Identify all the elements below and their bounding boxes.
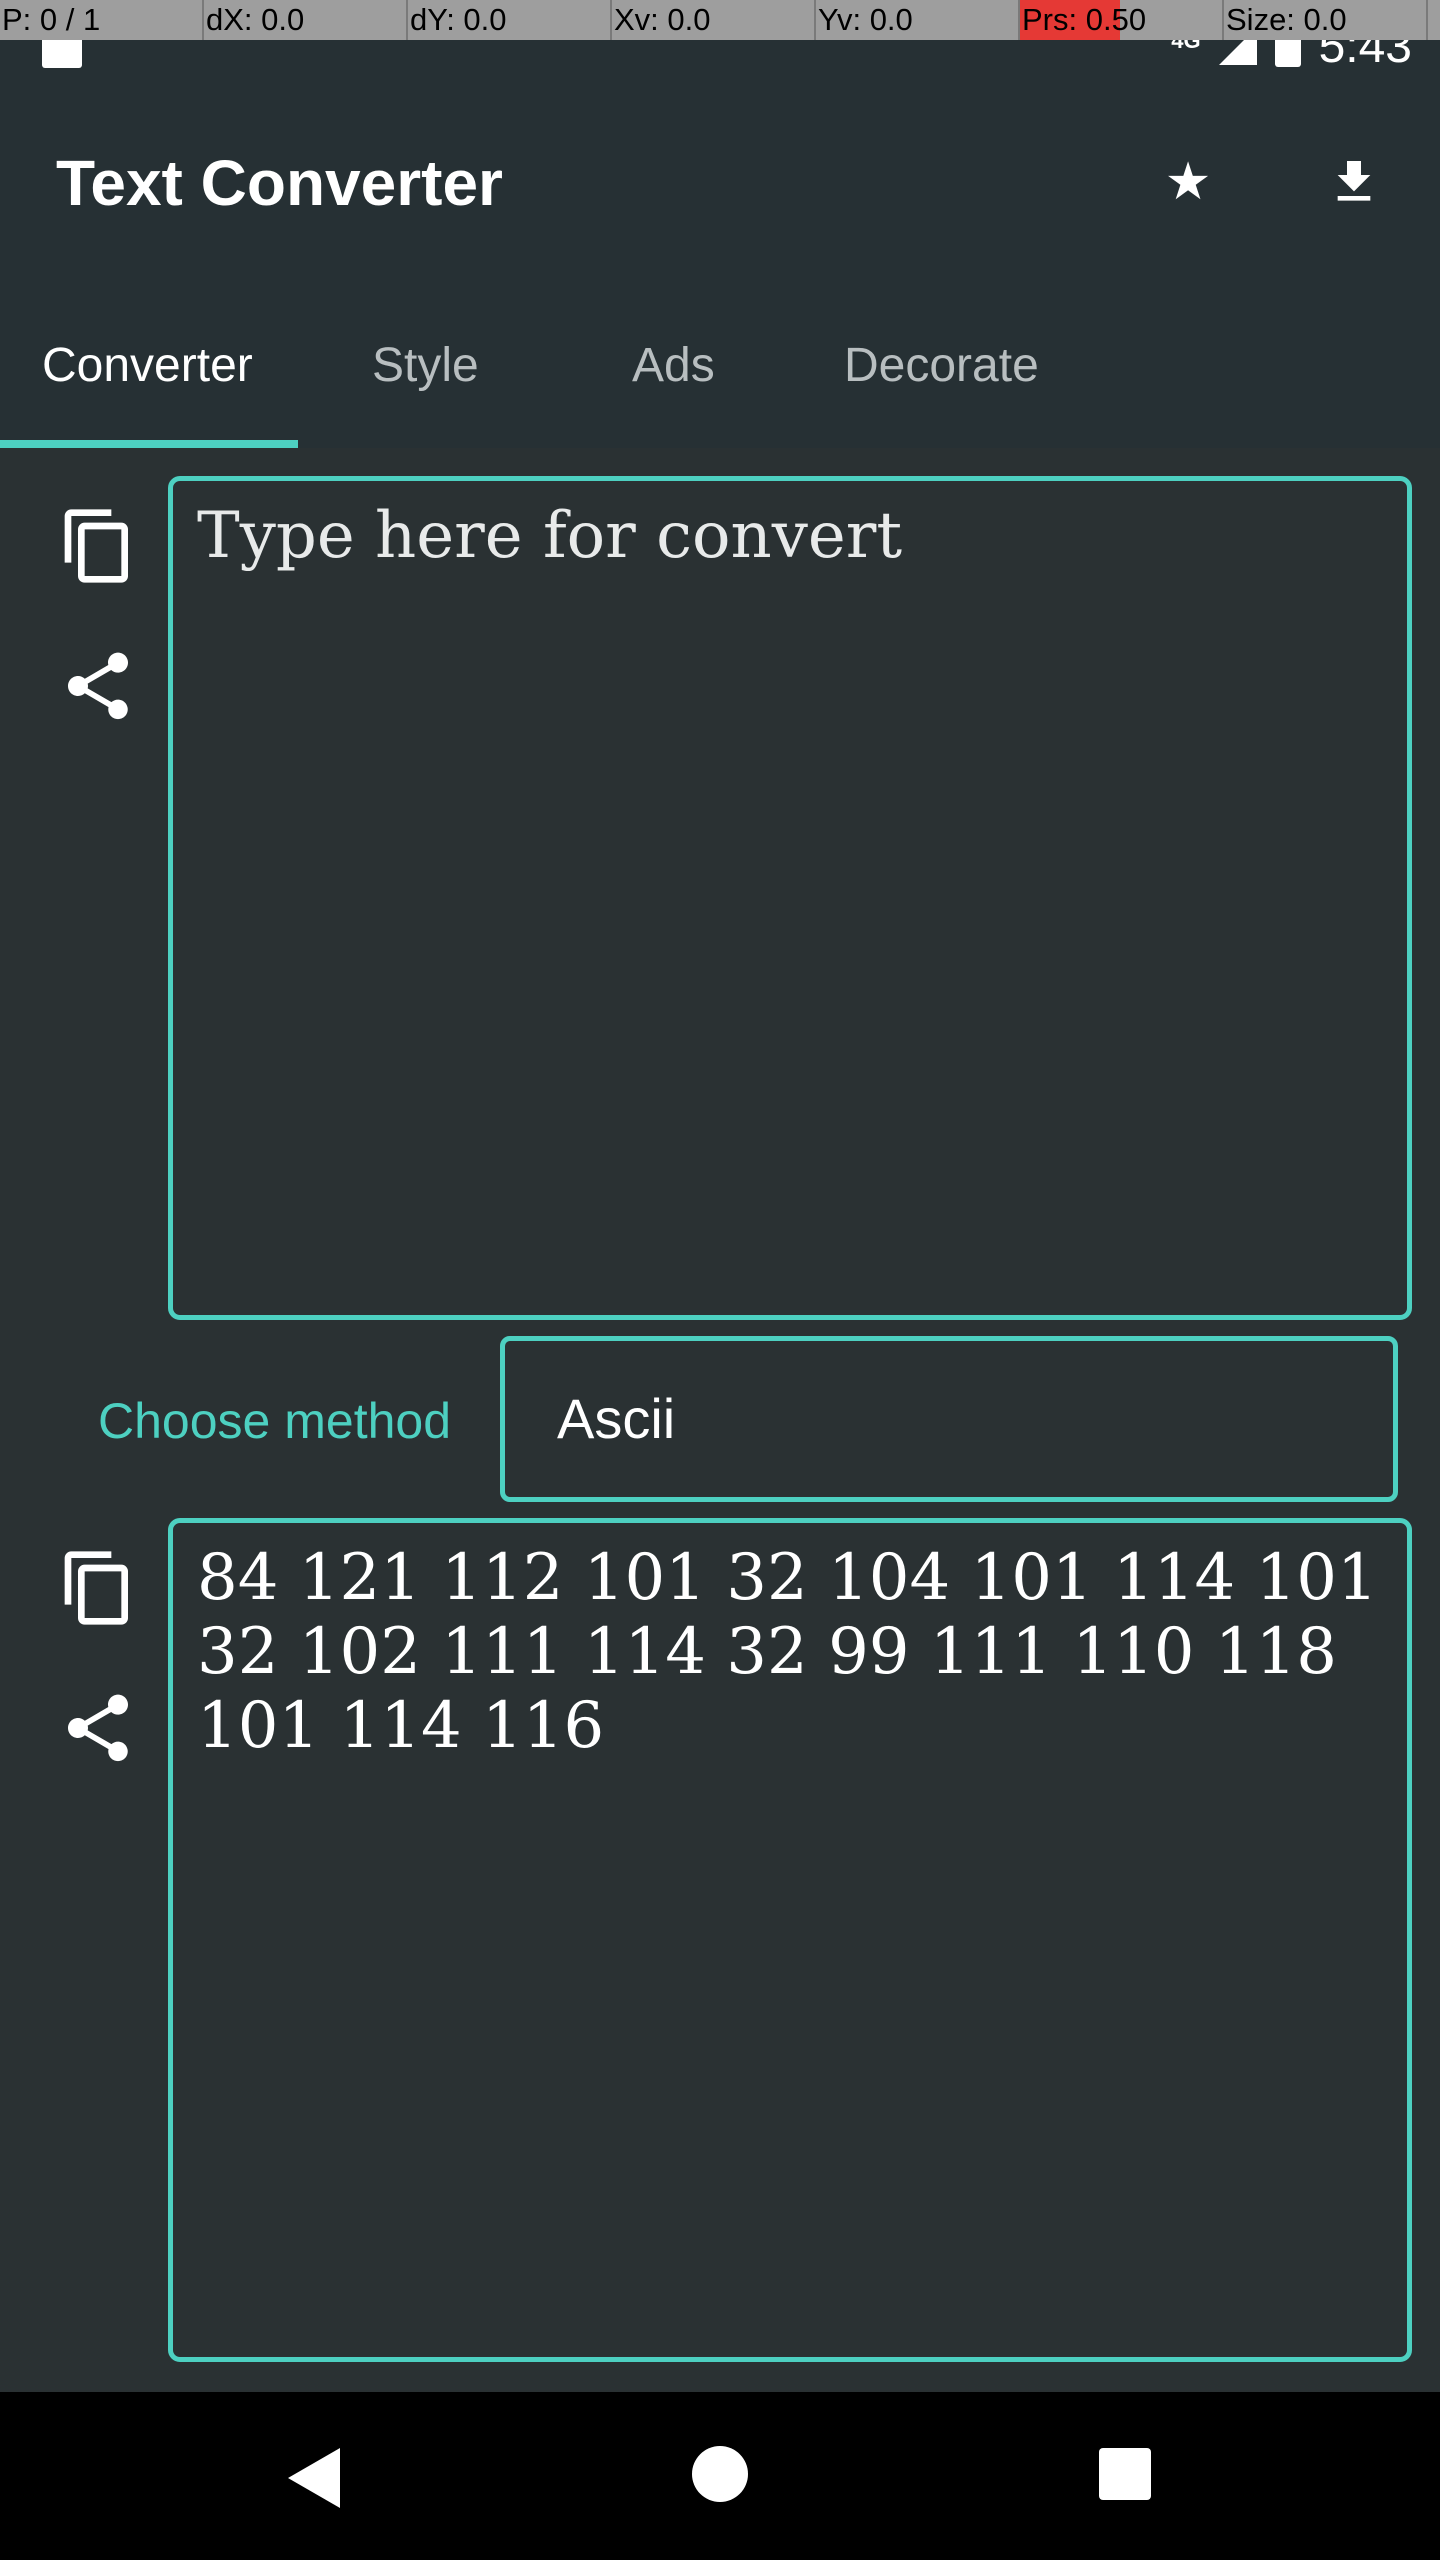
method-select[interactable]: Ascii: [500, 1336, 1398, 1502]
download-icon[interactable]: [1326, 154, 1382, 210]
app-title: Text Converter: [56, 147, 503, 219]
share-output-button[interactable]: [58, 1688, 138, 1768]
output-text-field[interactable]: 84 121 112 101 32 104 101 114 101 32 102…: [168, 1518, 1412, 2362]
tab-ads[interactable]: Ads: [632, 284, 715, 448]
share-icon: [68, 652, 128, 720]
back-icon[interactable]: [288, 2448, 340, 2508]
debug-size: Size: 0.0: [1224, 0, 1428, 40]
choose-method-label: Choose method: [98, 1393, 452, 1449]
tab-bar: Converter Style Ads Decorate: [0, 284, 1440, 448]
output-text: 84 121 112 101 32 104 101 114 101 32 102…: [197, 1541, 1378, 1763]
debug-pressure: Prs: 0.50: [1020, 0, 1224, 40]
star-icon[interactable]: ★: [1160, 154, 1216, 210]
tab-style[interactable]: Style: [372, 284, 479, 448]
pointer-debug-bar: P: 0 / 1 dX: 0.0 dY: 0.0 Xv: 0.0 Yv: 0.0…: [0, 0, 1440, 40]
copy-output-button[interactable]: [58, 1548, 138, 1628]
copy-icon: [64, 1551, 128, 1625]
debug-xv: Xv: 0.0: [612, 0, 816, 40]
share-input-button[interactable]: [58, 646, 138, 726]
tab-decorate[interactable]: Decorate: [844, 284, 1039, 448]
debug-dx: dX: 0.0: [204, 0, 408, 40]
input-text-field[interactable]: Type here for convert: [168, 476, 1412, 1320]
debug-yv: Yv: 0.0: [816, 0, 1020, 40]
copy-input-button[interactable]: [58, 506, 138, 586]
debug-dy: dY: 0.0: [408, 0, 612, 40]
tab-indicator: [0, 440, 298, 448]
app-bar: Text Converter ★ Converter Style Ads Dec…: [0, 84, 1440, 448]
status-bar: 4G 5:43 P: 0 / 1 dX: 0.0 dY: 0.0 Xv: 0.0…: [0, 0, 1440, 84]
recent-apps-icon[interactable]: [1099, 2448, 1151, 2500]
home-icon[interactable]: [692, 2446, 748, 2502]
tab-converter[interactable]: Converter: [42, 284, 253, 448]
share-icon: [68, 1694, 128, 1762]
copy-icon: [64, 509, 128, 583]
debug-pointer: P: 0 / 1: [0, 0, 204, 40]
input-placeholder: Type here for convert: [197, 499, 903, 573]
system-nav-bar: [0, 2392, 1440, 2560]
